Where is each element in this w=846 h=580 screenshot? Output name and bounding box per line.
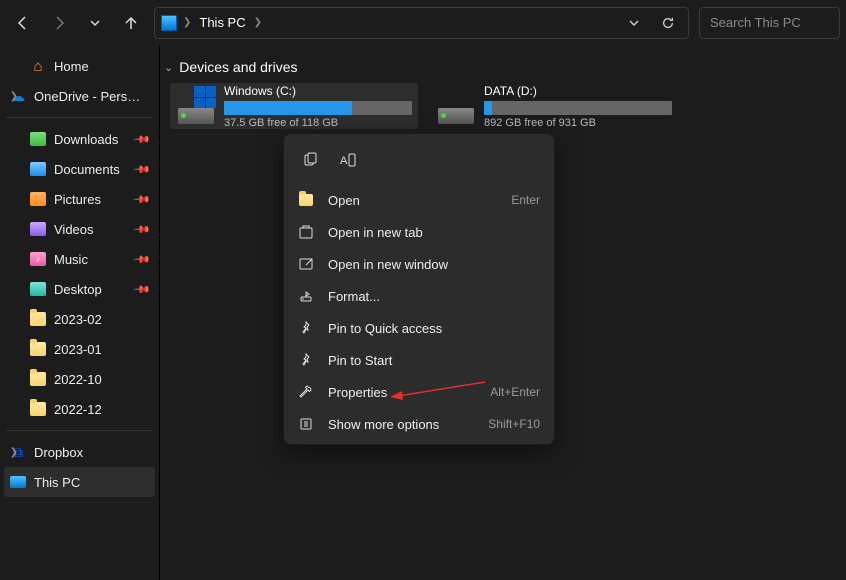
sidebar-item-dropbox[interactable]: ❯⧉Dropbox: [4, 437, 155, 467]
ctx-show-more[interactable]: Show more optionsShift+F10: [288, 408, 550, 440]
sidebar-item-onedrive[interactable]: ❯ ☁ OneDrive - Pers…: [4, 81, 155, 111]
pc-icon: [161, 15, 177, 31]
separator: [6, 430, 153, 431]
wrench-icon: [298, 384, 314, 400]
breadcrumb-loc[interactable]: This PC: [197, 15, 247, 30]
downloads-icon: [30, 132, 46, 146]
storage-fill: [484, 101, 492, 115]
ctx-pin-start[interactable]: Pin to Start: [288, 344, 550, 376]
pin-icon: 📌: [133, 220, 152, 239]
ctx-open[interactable]: OpenEnter: [288, 184, 550, 216]
folder-icon: [30, 372, 46, 386]
ctx-open-new-window[interactable]: Open in new window: [288, 248, 550, 280]
group-header-devices[interactable]: ⌄ Devices and drives: [164, 55, 842, 79]
drive-icon: [176, 86, 216, 126]
chevron-right-icon: ❯: [8, 91, 20, 102]
rename-button[interactable]: A: [330, 144, 366, 176]
pin-icon: 📌: [133, 250, 152, 269]
separator: [6, 117, 153, 118]
context-menu: A OpenEnter Open in new tab Open in new …: [283, 133, 555, 445]
sidebar-item-music[interactable]: ♪Music📌: [4, 244, 155, 274]
refresh-button[interactable]: [654, 9, 682, 37]
recent-dropdown[interactable]: [78, 6, 112, 40]
chevron-right-icon: ❯: [254, 17, 262, 28]
folder-icon: [30, 402, 46, 416]
sidebar-item-documents[interactable]: Documents📌: [4, 154, 155, 184]
chevron-right-icon: ❯: [8, 447, 20, 458]
ctx-format[interactable]: Format...: [288, 280, 550, 312]
ctx-pin-quick-access[interactable]: Pin to Quick access: [288, 312, 550, 344]
desktop-icon: [30, 282, 46, 296]
more-icon: [298, 416, 314, 432]
music-icon: ♪: [30, 252, 46, 266]
pin-icon: [298, 320, 314, 336]
sidebar-item-folder[interactable]: 2023-01: [4, 334, 155, 364]
pin-icon: 📌: [133, 280, 152, 299]
new-tab-icon: [298, 224, 314, 240]
up-button[interactable]: [114, 6, 148, 40]
documents-icon: [30, 162, 46, 176]
search-placeholder: Search This PC: [710, 15, 801, 30]
folder-icon: [30, 342, 46, 356]
ctx-open-new-tab[interactable]: Open in new tab: [288, 216, 550, 248]
pin-icon: 📌: [133, 130, 152, 149]
pictures-icon: [30, 192, 46, 206]
folder-icon: [298, 192, 314, 208]
sidebar-item-folder[interactable]: 2022-12: [4, 394, 155, 424]
folder-icon: [30, 312, 46, 326]
storage-bar: [484, 101, 672, 115]
sidebar-item-thispc[interactable]: ⌄This PC: [4, 467, 155, 497]
copy-button[interactable]: [292, 144, 328, 176]
home-icon: ⌂: [30, 58, 46, 74]
videos-icon: [30, 222, 46, 236]
back-button[interactable]: [6, 6, 40, 40]
ctx-properties[interactable]: PropertiesAlt+Enter: [288, 376, 550, 408]
chevron-right-icon: ❯: [183, 17, 191, 28]
storage-bar: [224, 101, 412, 115]
address-dropdown[interactable]: [620, 9, 648, 37]
sidebar-item-videos[interactable]: Videos📌: [4, 214, 155, 244]
sidebar-item-pictures[interactable]: Pictures📌: [4, 184, 155, 214]
new-window-icon: [298, 256, 314, 272]
format-icon: [298, 288, 314, 304]
drive-c[interactable]: Windows (C:) 37.5 GB free of 118 GB: [170, 83, 418, 129]
sidebar-item-home[interactable]: ⌂ Home: [4, 51, 155, 81]
pin-icon: 📌: [133, 160, 152, 179]
navigation-pane: ⌂ Home ❯ ☁ OneDrive - Pers… Downloads📌 D…: [0, 45, 160, 580]
drive-d[interactable]: DATA (D:) 892 GB free of 931 GB: [430, 83, 678, 129]
search-input[interactable]: Search This PC: [699, 7, 840, 39]
sidebar-item-desktop[interactable]: Desktop📌: [4, 274, 155, 304]
pin-icon: [298, 352, 314, 368]
chevron-down-icon: ⌄: [8, 477, 20, 488]
sidebar-item-downloads[interactable]: Downloads📌: [4, 124, 155, 154]
sidebar-item-folder[interactable]: 2023-02: [4, 304, 155, 334]
pin-icon: 📌: [133, 190, 152, 209]
storage-fill: [224, 101, 352, 115]
forward-button[interactable]: [42, 6, 76, 40]
chevron-down-icon: ⌄: [164, 61, 173, 74]
sidebar-item-folder[interactable]: 2022-10: [4, 364, 155, 394]
drive-icon: [436, 86, 476, 126]
svg-text:A: A: [340, 155, 348, 167]
address-bar[interactable]: ❯ This PC ❯: [154, 7, 689, 39]
